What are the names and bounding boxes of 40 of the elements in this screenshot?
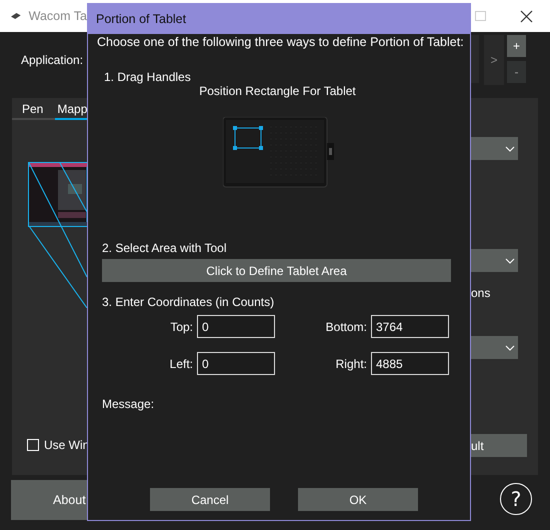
define-area-button[interactable]: Click to Define Tablet Area — [102, 259, 451, 282]
step-heading: 1. Drag Handles — [104, 70, 192, 84]
default-button[interactable]: ult — [471, 434, 527, 457]
coordinate-field[interactable]: 0 — [197, 315, 275, 338]
help-button[interactable]: ? — [500, 483, 532, 515]
field-label: Top: — [169, 320, 193, 334]
message-label: Message: — [102, 397, 156, 411]
scroll-button[interactable]: > — [484, 35, 504, 85]
step-heading: 2. Select Area with Tool — [102, 241, 228, 255]
step-heading: 3. Enter Coordinates (in Counts) — [102, 295, 276, 309]
dropdown[interactable] — [471, 249, 518, 272]
dialog-title: Portion of Tablet — [88, 3, 470, 34]
coordinate-field[interactable]: 0 — [197, 352, 275, 375]
dropdown[interactable] — [471, 137, 518, 160]
dialog-button[interactable]: OK — [298, 488, 418, 511]
coordinate-field[interactable]: 4885 — [371, 352, 449, 375]
close-icon[interactable] — [520, 10, 533, 22]
chevron-icon — [505, 344, 515, 350]
about-button[interactable]: About — [11, 480, 87, 520]
application-label: Application: — [21, 53, 84, 67]
application-list[interactable] — [471, 35, 479, 83]
add-button[interactable]: + — [507, 35, 526, 57]
field-label: Left: — [168, 356, 193, 370]
maximize-icon[interactable] — [475, 11, 486, 21]
chevron-icon — [505, 258, 515, 264]
tab[interactable]: Pen — [20, 102, 46, 120]
selection-rectangle[interactable] — [233, 126, 263, 150]
chevron-icon — [505, 146, 515, 152]
option-text: ons — [471, 286, 492, 300]
field-label: Right: — [334, 356, 367, 370]
dialog-button[interactable]: Cancel — [150, 488, 270, 511]
coordinate-field[interactable]: 3764 — [371, 315, 449, 338]
tablet-caption: Position Rectangle For Tablet — [198, 84, 357, 98]
dropdown[interactable] — [471, 336, 518, 359]
checkbox[interactable] — [27, 439, 39, 451]
remove-button[interactable]: - — [507, 61, 526, 83]
tablet-icon — [11, 11, 21, 21]
window-title: Wacom Ta — [28, 9, 87, 23]
instruction-text: Choose one of the following three ways to define Portion of Tablet: — [97, 35, 465, 49]
field-label: Bottom: — [324, 320, 367, 334]
